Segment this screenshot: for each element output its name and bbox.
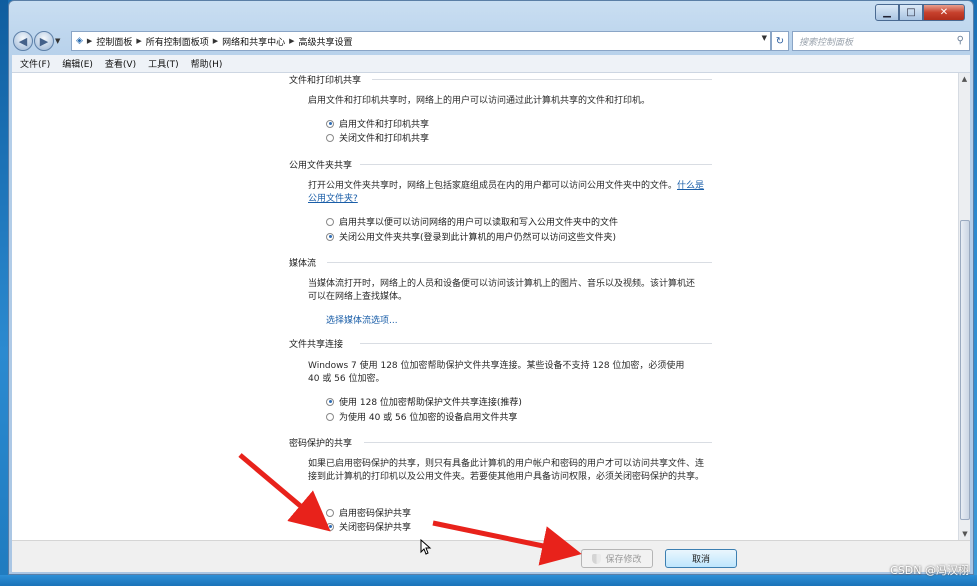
watermark: CSDN @冯汉栩 bbox=[890, 564, 969, 577]
chevron-right-icon[interactable]: ▶ bbox=[136, 37, 141, 45]
option-label: 关闭文件和打印机共享 bbox=[339, 134, 430, 144]
option-disable-password[interactable]: 关闭密码保护共享 bbox=[326, 520, 411, 533]
taskbar-strip bbox=[0, 575, 977, 586]
breadcrumb-control-panel[interactable]: 控制面板 bbox=[96, 35, 132, 48]
divider bbox=[327, 262, 712, 263]
option-label: 关闭公用文件夹共享(登录到此计算机的用户仍然可以访问这些文件夹) bbox=[339, 233, 617, 243]
chevron-right-icon[interactable]: ▶ bbox=[289, 37, 294, 45]
breadcrumb-advanced-sharing[interactable]: 高级共享设置 bbox=[299, 35, 353, 48]
section-desc-media: 当媒体流打开时，网络上的人员和设备便可以访问该计算机上的图片、音乐以及视频。该计… bbox=[308, 279, 696, 302]
radio-button[interactable] bbox=[326, 133, 334, 142]
section-title-file-printer: 文件和打印机共享 bbox=[289, 76, 362, 86]
forward-button[interactable]: ▶ bbox=[34, 31, 54, 51]
menu-edit[interactable]: 编辑(E) bbox=[62, 57, 93, 70]
caption-buttons: ▁ □ ✕ bbox=[875, 4, 965, 21]
cancel-button[interactable]: 取消 bbox=[665, 549, 737, 568]
refresh-button[interactable]: ↻ bbox=[771, 31, 789, 51]
save-label: 保存修改 bbox=[605, 555, 642, 565]
option-label: 关闭密码保护共享 bbox=[339, 523, 412, 533]
option-40-56-bit[interactable]: 为使用 40 或 56 位加密的设备启用文件共享 bbox=[326, 410, 517, 423]
section-title-connection: 文件共享连接 bbox=[289, 340, 344, 350]
option-label: 为使用 40 或 56 位加密的设备启用文件共享 bbox=[339, 413, 518, 423]
breadcrumb-all-items[interactable]: 所有控制面板项 bbox=[146, 35, 209, 48]
chevron-right-icon[interactable]: ▶ bbox=[213, 37, 218, 45]
option-label: 启用文件和打印机共享 bbox=[339, 120, 430, 130]
scroll-down-icon[interactable]: ▼ bbox=[959, 528, 971, 540]
history-dropdown-icon[interactable]: ▼ bbox=[55, 37, 65, 45]
option-enable-file-printer[interactable]: 启用文件和打印机共享 bbox=[326, 117, 429, 130]
option-128-bit[interactable]: 使用 128 位加密帮助保护文件共享连接(推荐) bbox=[326, 395, 522, 408]
section-desc-file-printer: 启用文件和打印机共享时，网络上的用户可以访问通过此计算机共享的文件和打印机。 bbox=[308, 96, 651, 106]
radio-button[interactable] bbox=[326, 217, 334, 226]
search-placeholder: 搜索控制面板 bbox=[799, 37, 854, 48]
navigation-bar: ◀ ▶ ▼ ◈ ▶ 控制面板 ▶ 所有控制面板项 ▶ 网络和共享中心 ▶ 高级共… bbox=[13, 29, 971, 53]
media-stream-options-link[interactable]: 选择媒体流选项... bbox=[326, 313, 398, 326]
radio-button[interactable] bbox=[326, 522, 334, 531]
menu-bar: 文件(F) 编辑(E) 查看(V) 工具(T) 帮助(H) bbox=[12, 55, 970, 73]
section-desc-connection: Windows 7 使用 128 位加密帮助保护文件共享连接。某些设备不支持 1… bbox=[308, 361, 685, 384]
maximize-button[interactable]: □ bbox=[899, 4, 923, 21]
vertical-scrollbar[interactable]: ▲ ▼ bbox=[958, 73, 970, 540]
section-title-password: 密码保护的共享 bbox=[289, 439, 353, 449]
address-dropdown-icon[interactable]: ▼ bbox=[762, 34, 767, 42]
radio-button[interactable] bbox=[326, 412, 334, 421]
option-label: 使用 128 位加密帮助保护文件共享连接(推荐) bbox=[339, 398, 522, 408]
option-disable-file-printer[interactable]: 关闭文件和打印机共享 bbox=[326, 131, 429, 144]
chevron-right-icon[interactable]: ▶ bbox=[87, 37, 92, 45]
back-arrow-icon: ◀ bbox=[18, 34, 28, 48]
desktop-edge bbox=[0, 0, 8, 586]
radio-button[interactable] bbox=[326, 119, 334, 128]
divider bbox=[360, 343, 712, 344]
scroll-up-icon[interactable]: ▲ bbox=[959, 73, 970, 85]
radio-button[interactable] bbox=[326, 397, 334, 406]
breadcrumb-network-center[interactable]: 网络和共享中心 bbox=[222, 35, 285, 48]
forward-arrow-icon: ▶ bbox=[39, 34, 49, 48]
option-disable-public-folder[interactable]: 关闭公用文件夹共享(登录到此计算机的用户仍然可以访问这些文件夹) bbox=[326, 230, 616, 243]
option-label: 启用共享以便可以访问网络的用户可以读取和写入公用文件夹中的文件 bbox=[339, 218, 619, 228]
refresh-icon: ↻ bbox=[775, 35, 785, 47]
save-changes-button[interactable]: 保存修改 bbox=[581, 549, 653, 568]
section-desc-password: 如果已启用密码保护的共享，则只有具备此计算机的用户帐户和密码的用户才可以访问共享… bbox=[308, 459, 705, 482]
control-panel-icon: ◈ bbox=[76, 36, 83, 46]
close-button[interactable]: ✕ bbox=[923, 4, 965, 21]
search-icon[interactable]: ⚲ bbox=[957, 35, 964, 46]
address-bar[interactable]: ◈ ▶ 控制面板 ▶ 所有控制面板项 ▶ 网络和共享中心 ▶ 高级共享设置 ▼ bbox=[71, 31, 771, 51]
option-label: 启用密码保护共享 bbox=[339, 509, 412, 519]
mouse-cursor-icon bbox=[420, 539, 432, 555]
desc-text: 打开公用文件夹共享时，网络上包括家庭组成员在内的用户都可以访问公用文件夹中的文件… bbox=[308, 181, 678, 191]
divider bbox=[372, 79, 712, 80]
section-title-public-folder: 公用文件夹共享 bbox=[289, 161, 353, 171]
section-title-media: 媒体流 bbox=[289, 259, 317, 269]
radio-button[interactable] bbox=[326, 232, 334, 241]
option-enable-password[interactable]: 启用密码保护共享 bbox=[326, 506, 411, 519]
divider bbox=[364, 442, 712, 443]
footer-bar: 保存修改 取消 bbox=[12, 540, 970, 572]
radio-button[interactable] bbox=[326, 508, 334, 517]
section-desc-public-folder: 打开公用文件夹共享时，网络上包括家庭组成员在内的用户都可以访问公用文件夹中的文件… bbox=[308, 180, 708, 206]
menu-file[interactable]: 文件(F) bbox=[20, 57, 50, 70]
menu-help[interactable]: 帮助(H) bbox=[191, 57, 223, 70]
option-enable-public-folder[interactable]: 启用共享以便可以访问网络的用户可以读取和写入公用文件夹中的文件 bbox=[326, 215, 618, 228]
settings-content: 文件和打印机共享 启用文件和打印机共享时，网络上的用户可以访问通过此计算机共享的… bbox=[12, 73, 958, 540]
menu-tools[interactable]: 工具(T) bbox=[148, 57, 179, 70]
back-button[interactable]: ◀ bbox=[13, 31, 33, 51]
minimize-button[interactable]: ▁ bbox=[875, 4, 899, 21]
divider bbox=[360, 164, 712, 165]
menu-view[interactable]: 查看(V) bbox=[105, 57, 136, 70]
scroll-thumb[interactable] bbox=[960, 220, 970, 520]
search-input[interactable]: 搜索控制面板 ⚲ bbox=[792, 31, 970, 51]
uac-shield-icon bbox=[592, 553, 602, 564]
